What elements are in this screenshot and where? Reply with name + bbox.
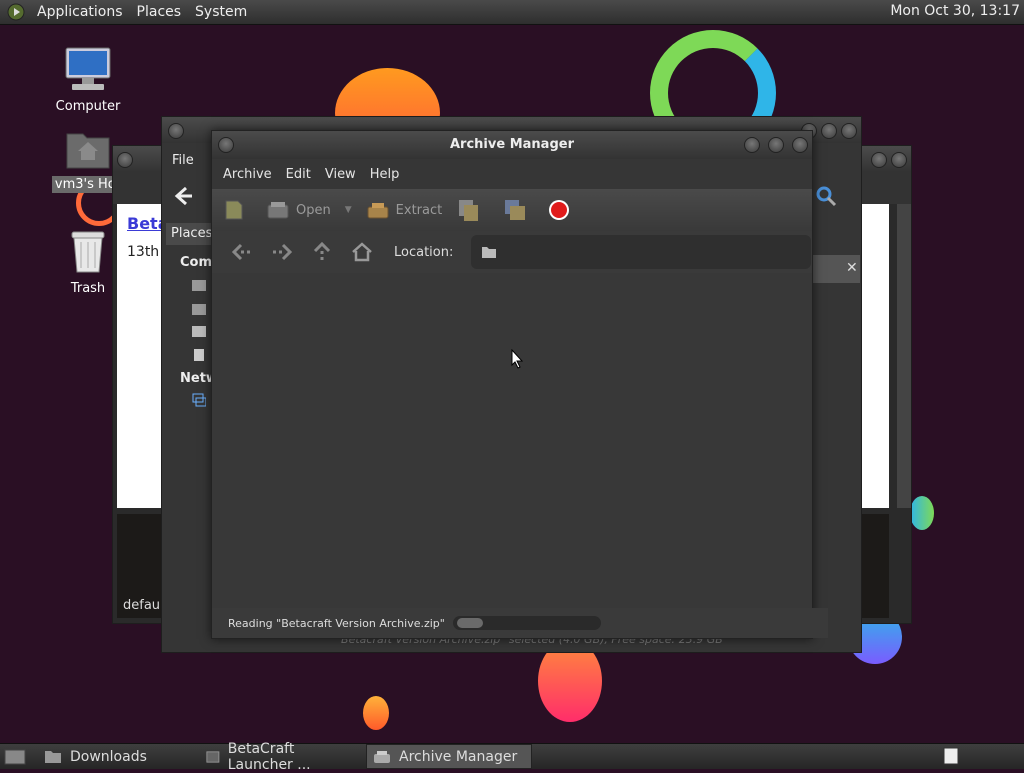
- workspace-switcher[interactable]: [936, 744, 974, 767]
- taskbar: Downloads BetaCraft Launcher ... Archive…: [0, 741, 1024, 773]
- home-button[interactable]: [342, 237, 382, 267]
- menu-archive[interactable]: Archive: [216, 167, 279, 182]
- show-desktop-button[interactable]: [0, 745, 38, 768]
- add-files-button[interactable]: [456, 197, 488, 223]
- back-button[interactable]: [222, 237, 262, 267]
- progress-bar: [452, 616, 601, 630]
- add-folder-button[interactable]: [502, 197, 534, 223]
- menu-help[interactable]: Help: [363, 167, 407, 182]
- desktop-icon-label: Computer: [55, 99, 121, 114]
- footer-text: defaul: [123, 598, 164, 613]
- places-label[interactable]: Places: [166, 223, 215, 245]
- stop-icon: [549, 200, 570, 220]
- task-betacraft[interactable]: BetaCraft Launcher ...: [200, 741, 366, 773]
- top-panel: Applications Places System Mon Oct 30, 1…: [0, 0, 1024, 25]
- minimize-button[interactable]: [744, 137, 760, 153]
- menu-edit[interactable]: Edit: [279, 167, 318, 182]
- menu-system[interactable]: System: [188, 4, 254, 20]
- file-list-area[interactable]: [212, 273, 812, 608]
- location-bar: Location:: [212, 231, 812, 274]
- extract-icon: [367, 203, 389, 219]
- network-icon[interactable]: [192, 393, 206, 407]
- monitor-icon: [65, 47, 111, 90]
- show-desktop-icon: [4, 749, 26, 764]
- distro-logo-icon[interactable]: [6, 2, 26, 22]
- browser-scrollbar[interactable]: [897, 204, 911, 508]
- close-icon[interactable]: ✕: [846, 260, 858, 276]
- task-downloads[interactable]: Downloads: [38, 745, 200, 768]
- add-folder-icon: [505, 200, 526, 220]
- window-button[interactable]: [871, 152, 887, 168]
- window-button[interactable]: [841, 123, 857, 139]
- archive-manager-icon: [374, 750, 390, 763]
- extract-button[interactable]: Extract: [366, 199, 443, 221]
- desktop-deco-blue: [910, 496, 934, 530]
- filesystem-icon[interactable]: [192, 325, 206, 337]
- desktop-icon[interactable]: [192, 303, 206, 315]
- search-icon[interactable]: [815, 185, 837, 207]
- archive-manager-window[interactable]: Archive Manager Archive Edit View Help O…: [211, 130, 828, 639]
- window-button[interactable]: [117, 152, 133, 168]
- folder-icon: [45, 751, 61, 763]
- back-arrow-icon[interactable]: [172, 185, 194, 207]
- trash-small-icon[interactable]: [192, 347, 206, 361]
- open-button[interactable]: Open: [266, 199, 331, 221]
- chevron-down-icon: ▼: [344, 205, 352, 215]
- window-button[interactable]: [891, 152, 907, 168]
- mouse-cursor-icon: [511, 349, 523, 369]
- open-archive-icon: [267, 202, 289, 219]
- task-label: Archive Manager: [399, 748, 518, 765]
- workspace-icon: [943, 747, 959, 764]
- home-icon: [352, 242, 372, 262]
- forward-button[interactable]: [262, 237, 302, 267]
- desktop-icon-label: Trash: [70, 281, 106, 296]
- folder-icon: [482, 247, 497, 258]
- maximize-button[interactable]: [768, 137, 784, 153]
- arrow-left-icon: [231, 243, 251, 261]
- task-archive-manager[interactable]: Archive Manager: [366, 744, 532, 769]
- location-label: Location:: [394, 244, 454, 260]
- home-icon[interactable]: [192, 279, 206, 291]
- open-dropdown-button[interactable]: ▼: [345, 205, 352, 215]
- page-date: 13th: [127, 244, 160, 260]
- app-window-icon: [206, 750, 220, 763]
- menubar: Archive Edit View Help: [212, 159, 812, 189]
- status-text: Reading "Betacraft Version Archive.zip": [228, 616, 445, 630]
- task-label: Downloads: [70, 748, 147, 765]
- stop-button[interactable]: [548, 199, 576, 221]
- window-button[interactable]: [821, 123, 837, 139]
- desktop-icon-computer[interactable]: Computer: [48, 46, 128, 115]
- menu-places[interactable]: Places: [130, 4, 189, 20]
- archive-manager-titlebar[interactable]: Archive Manager: [212, 131, 812, 159]
- clock[interactable]: Mon Oct 30, 13:17: [890, 3, 1020, 19]
- arrow-right-icon: [273, 243, 293, 261]
- toolbar: Open ▼ Extract: [212, 189, 812, 231]
- statusbar: Reading "Betacraft Version Archive.zip": [212, 608, 828, 638]
- desktop-deco-small-orange: [363, 696, 389, 730]
- progress-fill: [456, 618, 483, 628]
- home-folder-icon: [66, 133, 110, 169]
- new-archive-button[interactable]: [222, 198, 252, 222]
- arrow-up-icon: [313, 241, 331, 261]
- menu-view[interactable]: View: [318, 167, 363, 182]
- window-title: Archive Manager: [450, 137, 574, 152]
- window-button[interactable]: [168, 123, 184, 139]
- add-files-icon: [459, 200, 479, 221]
- file-menu[interactable]: File: [172, 153, 194, 168]
- menu-applications[interactable]: Applications: [30, 4, 130, 20]
- extract-label: Extract: [395, 202, 443, 218]
- location-field[interactable]: [471, 235, 812, 269]
- new-archive-icon: [225, 200, 243, 220]
- trash-icon: [71, 231, 105, 273]
- open-label: Open: [296, 202, 331, 218]
- up-button[interactable]: [302, 237, 342, 267]
- close-button[interactable]: [792, 137, 808, 153]
